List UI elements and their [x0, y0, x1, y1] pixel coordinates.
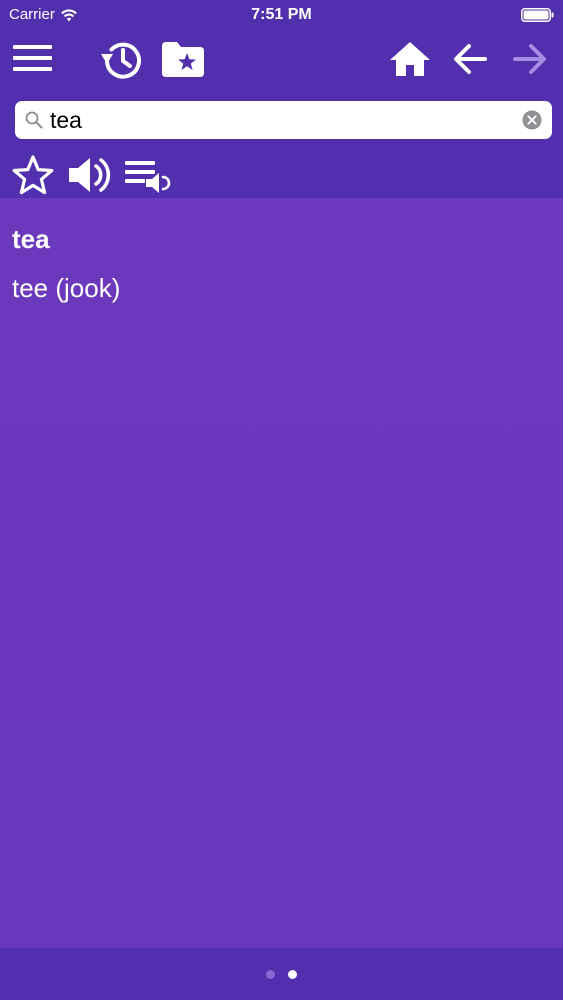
favorites-button[interactable]: [161, 40, 205, 78]
star-icon: [12, 155, 54, 195]
favorite-button[interactable]: [12, 155, 54, 195]
back-button[interactable]: [452, 42, 488, 76]
speaker-icon: [69, 158, 111, 192]
menu-button[interactable]: [13, 42, 53, 74]
playlist-audio-icon: [125, 161, 171, 193]
bottom-bar: [0, 948, 563, 1000]
search-icon: [25, 111, 43, 129]
page-dot-2[interactable]: [288, 970, 297, 979]
status-bar: Carrier 7:51 PM: [0, 0, 563, 30]
history-button[interactable]: [99, 38, 145, 80]
menu-icon: [13, 45, 52, 71]
favorites-folder-icon: [162, 42, 204, 77]
forward-arrow-icon: [513, 44, 546, 74]
status-time: 7:51 PM: [251, 6, 312, 23]
entry-translation: tee (jook): [12, 273, 121, 303]
back-arrow-icon: [454, 44, 487, 74]
home-button[interactable]: [389, 40, 431, 78]
entry-panel: [0, 198, 563, 948]
entry-headword: tea: [12, 224, 50, 254]
play-list-button[interactable]: [124, 160, 172, 196]
battery-icon: [521, 8, 554, 22]
forward-button[interactable]: [512, 42, 548, 76]
search-box[interactable]: [15, 101, 552, 139]
page-dot-1[interactable]: [266, 970, 275, 979]
speak-button[interactable]: [67, 155, 111, 195]
search-input[interactable]: [50, 105, 490, 135]
history-icon: [101, 42, 141, 79]
home-icon: [390, 42, 430, 76]
clear-search-icon[interactable]: [522, 110, 542, 130]
